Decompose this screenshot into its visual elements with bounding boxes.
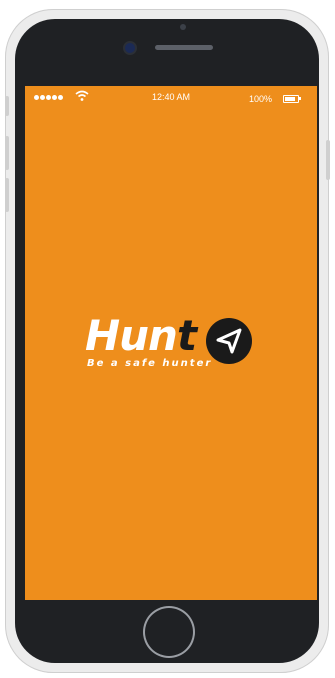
logo-text-hun: Hun xyxy=(85,311,178,360)
navigation-arrow-icon xyxy=(206,318,252,364)
proximity-sensor xyxy=(180,24,186,30)
status-time: 12:40 AM xyxy=(151,92,191,102)
mute-switch xyxy=(5,96,9,116)
app-logo: Hun t Be a safe hunter xyxy=(85,312,255,382)
status-bar: 12:40 AM 100% xyxy=(25,86,317,108)
power-button xyxy=(326,140,330,180)
volume-up-button xyxy=(5,136,9,170)
app-tagline: Be a safe hunter xyxy=(87,358,213,369)
home-button[interactable] xyxy=(145,608,193,656)
earpiece-speaker xyxy=(155,45,213,50)
battery-percentage: 100% xyxy=(249,94,273,104)
front-camera xyxy=(125,43,135,53)
volume-down-button xyxy=(5,178,9,212)
battery-tip xyxy=(299,97,301,100)
battery-icon xyxy=(283,95,299,103)
splash-screen: 12:40 AM 100% Hun t Be a safe hunter xyxy=(25,86,317,600)
logo-text-t: t xyxy=(177,311,198,360)
